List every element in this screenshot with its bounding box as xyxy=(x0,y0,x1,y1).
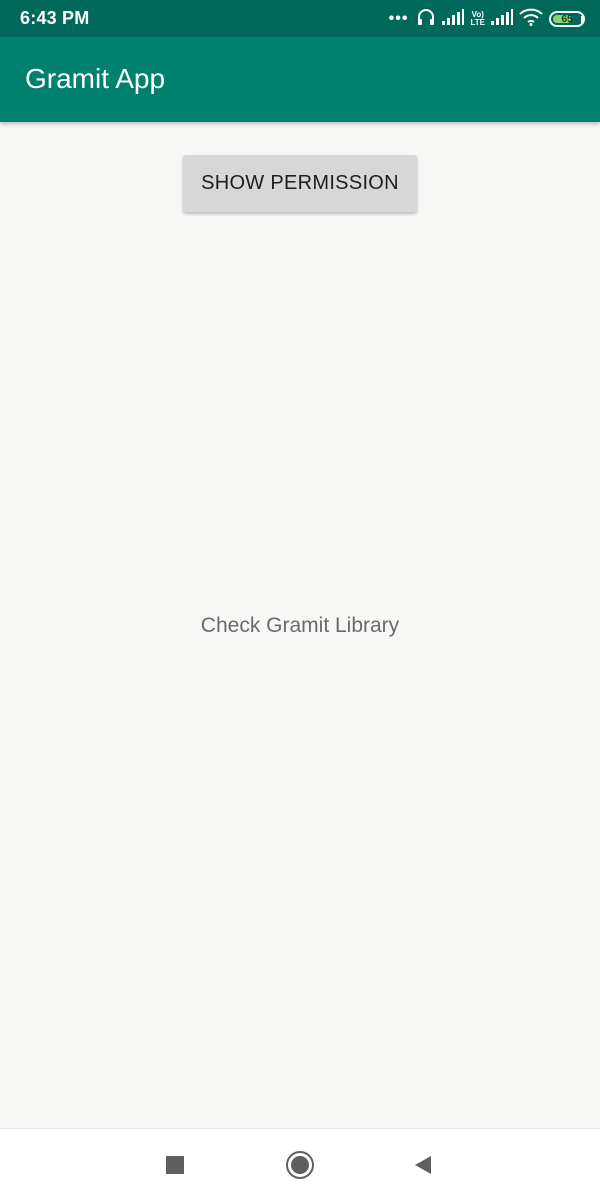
back-triangle-icon[interactable] xyxy=(407,1149,439,1181)
recents-square-icon[interactable] xyxy=(159,1149,191,1181)
app-bar: Gramit App xyxy=(0,37,600,122)
status-icons: ••• Vo) LTE 65 xyxy=(388,7,585,32)
battery-body: 65 xyxy=(549,11,585,27)
status-time: 6:43 PM xyxy=(20,8,90,28)
battery-level: 65 xyxy=(561,13,573,25)
status-bar: 6:43 PM ••• Vo) LTE 65 xyxy=(0,0,600,37)
navigation-bar xyxy=(0,1128,600,1200)
volte-icon: Vo) LTE xyxy=(470,11,485,27)
headphones-icon xyxy=(416,7,436,32)
battery-icon: 65 xyxy=(549,11,585,27)
home-circle-icon[interactable] xyxy=(284,1149,316,1181)
signal-icon xyxy=(491,8,513,30)
more-dots-icon: ••• xyxy=(388,10,409,27)
volte-bottom-label: LTE xyxy=(470,18,485,27)
wifi-icon xyxy=(519,8,543,31)
signal-icon xyxy=(442,8,465,30)
show-permission-button[interactable]: SHOW PERMISSION xyxy=(183,155,417,212)
app-title: Gramit App xyxy=(25,63,166,94)
check-library-text: Check Gramit Library xyxy=(200,614,400,637)
